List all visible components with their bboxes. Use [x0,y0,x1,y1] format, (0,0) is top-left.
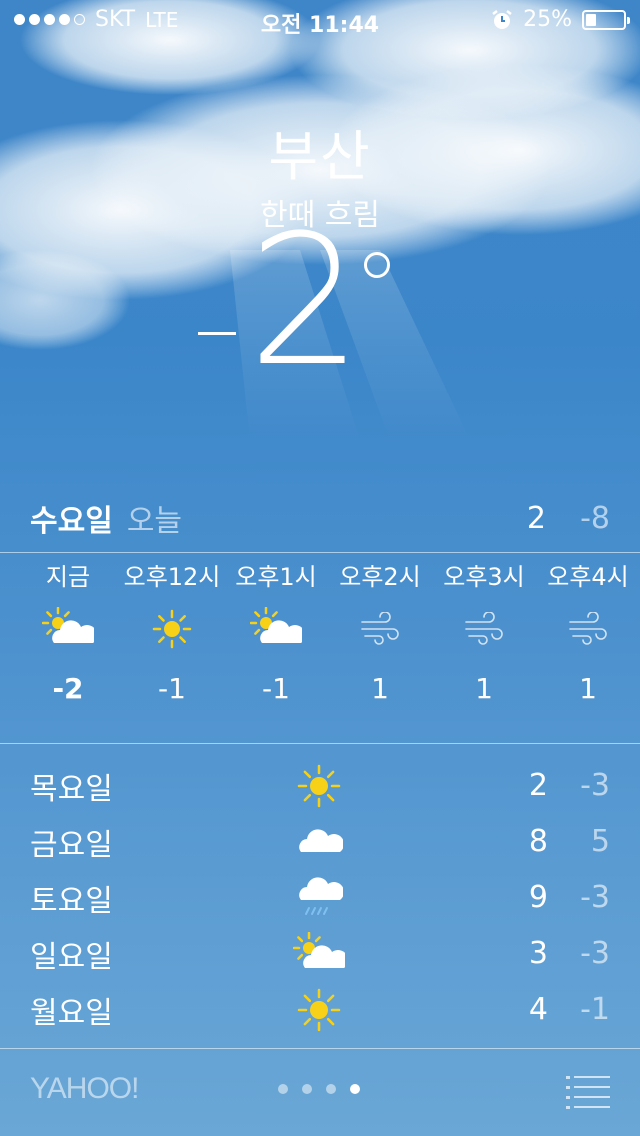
page-indicator[interactable] [278,1084,360,1094]
city-name: 부산 [268,125,372,188]
hourly-item: 오후12시 -1 [120,560,224,714]
today-label: 오늘 [126,504,183,539]
daily-day: 금요일 [30,828,113,863]
battery-nub [627,16,630,24]
daily-low: -3 [580,768,610,803]
hourly-item: 오후1시 -1 [224,560,328,714]
daily-low: -1 [580,992,610,1027]
today-summary: 수요일 오늘 2 -8 [30,496,610,540]
footer-bar: YAHOO! [0,1050,640,1136]
yahoo-logo[interactable]: YAHOO! [30,1072,139,1106]
degree-icon [364,252,390,278]
daily-high: 9 [528,880,548,915]
divider-top [0,552,640,553]
today-day: 수요일 [30,504,113,539]
daily-high: 3 [528,936,548,971]
daily-day: 토요일 [30,884,113,919]
daily-high: 2 [528,768,548,803]
divider-middle [0,743,640,744]
today-low: -8 [580,500,610,536]
partly-cloudy-icon [288,928,350,980]
page-dot[interactable] [278,1084,288,1094]
daily-day: 월요일 [30,996,113,1031]
hour-label: 오후12시 [123,563,221,591]
sun-icon [288,984,350,1036]
minus-sign [198,332,236,335]
today-high: 2 [526,500,546,536]
battery-fill [586,13,596,26]
daily-day: 일요일 [30,940,113,975]
hour-temp: 1 [579,672,597,705]
page-dot-active[interactable] [350,1084,360,1094]
hour-label: 지금 [45,563,91,591]
daily-row: 토요일 9 -3 [0,870,640,926]
hour-label: 오후4시 [547,563,629,591]
battery-percent: 25% [523,7,572,32]
page-dot[interactable] [302,1084,312,1094]
alarm-clock-icon [492,9,512,29]
divider-bottom [0,1048,640,1049]
hourly-item: 오후4시 1 [536,560,640,714]
partly-cloudy-icon [224,594,328,664]
hourly-item: 오후2시 1 [328,560,432,714]
daily-row: 목요일 2 -3 [0,758,640,814]
hour-temp: 1 [371,672,389,705]
hour-temp: 1 [475,672,493,705]
daily-low: -3 [580,936,610,971]
daily-high: 4 [528,992,548,1027]
hourly-forecast[interactable]: 지금 -2 오후12시 -1 오후1시 -1 오후2시 1 오후3시 1 오후4… [0,560,640,740]
temperature-value: 2 [248,197,363,406]
daily-low: 5 [590,824,610,859]
daily-row: 일요일 3 -3 [0,926,640,982]
sun-icon [120,594,224,664]
sun-icon [288,760,350,812]
hour-label: 오후1시 [235,563,317,591]
daily-day: 목요일 [30,772,113,807]
wind-icon [328,594,432,664]
wind-icon [536,594,640,664]
hourly-item: 지금 -2 [16,560,120,714]
rain-cloud-icon [288,872,350,924]
daily-row: 금요일 8 5 [0,814,640,870]
daily-low: -3 [580,880,610,915]
daily-row: 월요일 4 -1 [0,982,640,1038]
status-right: 25% [491,7,630,32]
page-dot[interactable] [326,1084,336,1094]
cloud-icon [288,816,350,868]
hour-temp: -2 [52,672,84,705]
partly-cloudy-icon [16,594,120,664]
city-list-icon[interactable] [566,1074,610,1110]
hourly-item: 오후3시 1 [432,560,536,714]
wind-icon [432,594,536,664]
daily-high: 8 [528,824,548,859]
hour-temp: -1 [158,672,186,705]
battery-icon [582,9,630,30]
hour-label: 오후3시 [443,563,525,591]
hour-label: 오후2시 [339,563,421,591]
daily-forecast[interactable]: 목요일 2 -3 금요일 8 5 토요일 9 -3 일요일 3 -3 월요일 4… [0,758,640,1038]
status-bar: SKT LTE 오전 11:44 25% [0,0,640,40]
current-temperature: 2 [190,212,430,412]
hour-temp: -1 [262,672,290,705]
